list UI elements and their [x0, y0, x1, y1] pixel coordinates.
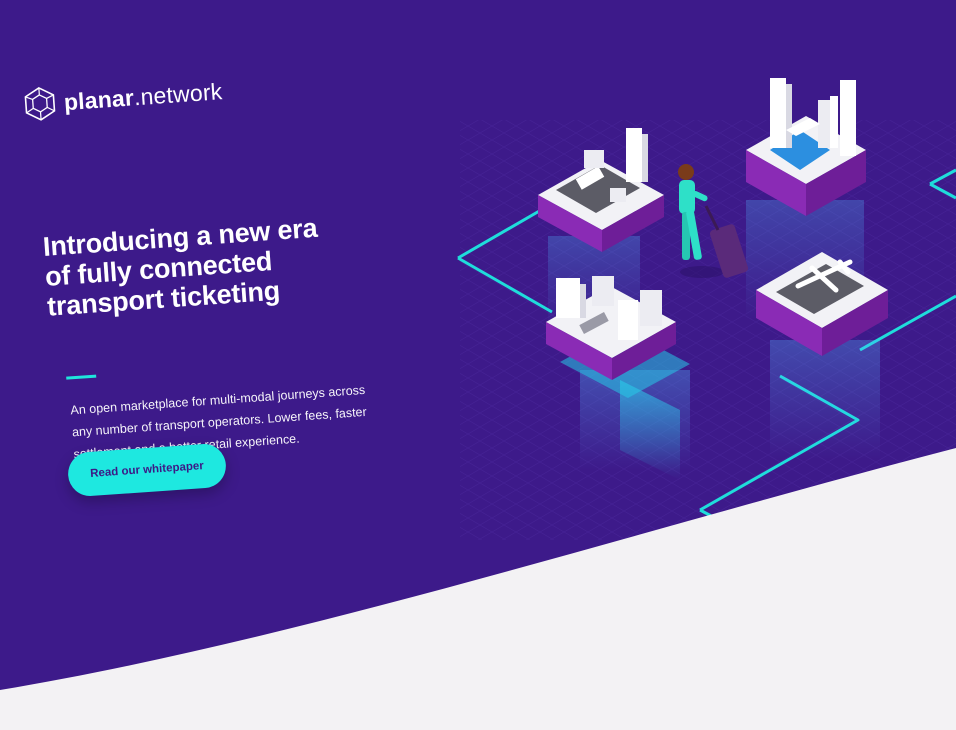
read-whitepaper-label: Read our whitepaper	[89, 460, 205, 480]
brand-name-light: .network	[133, 77, 224, 110]
accent-divider	[66, 374, 97, 380]
brand-name-strong: planar	[62, 83, 135, 115]
hexagon-network-icon	[24, 87, 56, 121]
hero-section: Introducing a new era of fully connected…	[42, 204, 457, 466]
landing-page: planar .network Introducing a new era of …	[0, 0, 956, 730]
